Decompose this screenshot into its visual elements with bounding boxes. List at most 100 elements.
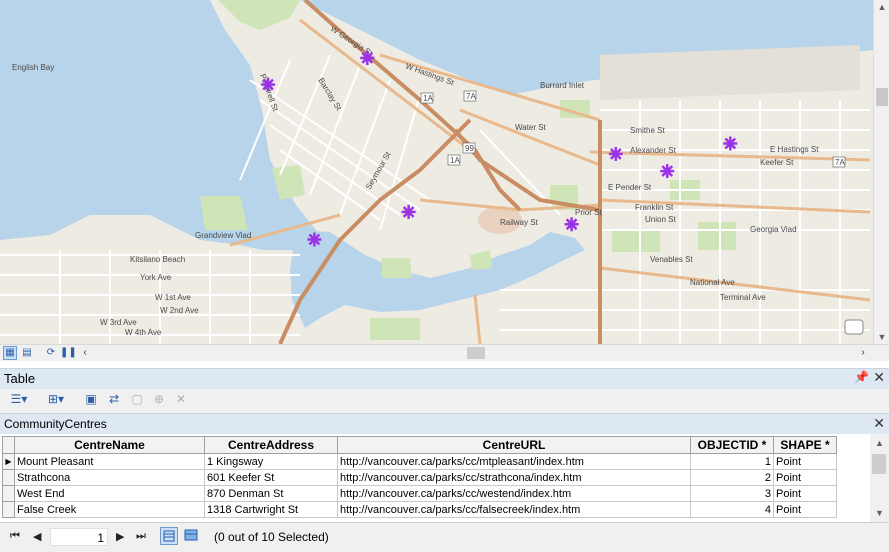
- table-row[interactable]: False Creek 1318 Cartwright St http://vanc…: [2, 501, 837, 518]
- cell-centrename[interactable]: Strathcona: [14, 469, 205, 486]
- next-record-button[interactable]: ▶: [116, 530, 124, 543]
- street-label: Alexander St: [630, 146, 677, 155]
- previous-record-button[interactable]: ◀: [33, 530, 41, 543]
- scroll-up-arrow[interactable]: ▲: [874, 2, 889, 12]
- cell-centrename[interactable]: False Creek: [14, 501, 205, 518]
- column-header-objectid[interactable]: OBJECTID *: [690, 436, 774, 454]
- table-panel-header: Table 📌 ✕: [0, 368, 889, 390]
- clear-selection-icon[interactable]: ▢: [128, 391, 146, 408]
- street-label: York Ave: [140, 273, 172, 282]
- column-header-shape[interactable]: SHAPE *: [773, 436, 837, 454]
- street-label: Franklin St: [635, 203, 674, 212]
- svg-text:7A: 7A: [466, 92, 476, 101]
- community-centre-marker-icon[interactable]: [360, 50, 375, 65]
- table-tab[interactable]: CommunityCentres ✕: [0, 413, 889, 434]
- cell-centreurl[interactable]: http://vancouver.ca/parks/cc/falsecreek/…: [337, 501, 691, 518]
- street-label: National Ave: [690, 278, 735, 287]
- table-options-icon[interactable]: ☰▾: [6, 391, 32, 408]
- delete-selected-icon[interactable]: ✕: [172, 391, 190, 408]
- select-by-attributes-icon[interactable]: ▣: [82, 391, 100, 408]
- scroll-thumb[interactable]: [872, 454, 886, 474]
- table-toolbar: ☰▾ ⊞▾ ▣ ⇄ ▢ ⊕ ✕: [0, 389, 889, 411]
- street-label: Keefer St: [760, 158, 794, 167]
- water-label-english-bay: English Bay: [12, 63, 54, 72]
- table-tab-title: CommunityCentres: [4, 417, 107, 431]
- community-centre-marker-icon[interactable]: [723, 136, 738, 151]
- community-centre-marker-icon[interactable]: [608, 146, 623, 161]
- community-centre-marker-icon[interactable]: [401, 204, 416, 219]
- street-label: Georgia Viad: [750, 225, 797, 234]
- cell-objectid[interactable]: 3: [690, 485, 774, 502]
- current-record-input[interactable]: 1: [50, 528, 108, 546]
- data-view-button[interactable]: ▤: [20, 346, 34, 360]
- scroll-left-arrow[interactable]: ‹: [78, 346, 92, 360]
- table-navigation-bar: ⏮ ◀ 1 ▶ ⏭ (0 out of 10 Selected): [0, 522, 889, 552]
- community-centre-marker-icon[interactable]: [307, 232, 322, 247]
- cell-centrename[interactable]: Mount Pleasant: [14, 453, 205, 470]
- scroll-right-arrow[interactable]: ›: [856, 346, 870, 360]
- cell-centreurl[interactable]: http://vancouver.ca/parks/cc/strathcona/…: [337, 469, 691, 486]
- scroll-down-arrow[interactable]: ▼: [870, 508, 889, 518]
- related-tables-icon[interactable]: ⊞▾: [42, 391, 70, 408]
- community-centre-marker-icon[interactable]: [660, 164, 675, 179]
- pin-icon[interactable]: 📌: [854, 370, 869, 384]
- map-bottom-bar: ▦ ▤ ⟳ ❚❚ ‹ ›: [0, 344, 889, 362]
- table-panel-title: Table: [4, 371, 36, 386]
- row-selector[interactable]: [2, 485, 15, 502]
- close-panel-button[interactable]: ✕: [873, 369, 885, 386]
- cell-objectid[interactable]: 2: [690, 469, 774, 486]
- table-row[interactable]: West End 870 Denman St http://vancouver.ca…: [2, 485, 837, 502]
- street-label: Union St: [645, 215, 676, 224]
- column-header-centrename[interactable]: CentreName: [14, 436, 205, 454]
- switch-selection-icon[interactable]: ⇄: [105, 391, 123, 408]
- cell-shape[interactable]: Point: [773, 485, 837, 502]
- zoom-to-selected-icon[interactable]: ⊕: [150, 391, 168, 408]
- table-row[interactable]: Strathcona 601 Keefer St http://vancouver.…: [2, 469, 837, 486]
- pause-icon[interactable]: ❚❚: [60, 346, 77, 360]
- street-label: E Pender St: [608, 183, 652, 192]
- row-selector[interactable]: ▶: [2, 453, 15, 470]
- layout-view-button[interactable]: ▦: [3, 346, 17, 360]
- cell-shape[interactable]: Point: [773, 501, 837, 518]
- svg-text:1A: 1A: [423, 94, 433, 103]
- cell-centreurl[interactable]: http://vancouver.ca/parks/cc/mtpleasant/…: [337, 453, 691, 470]
- attribute-table: CentreName CentreAddress CentreURL OBJEC…: [0, 434, 870, 522]
- map-vertical-scrollbar[interactable]: ▲ ▼: [873, 0, 889, 344]
- row-selector-header[interactable]: [2, 436, 15, 454]
- cell-objectid[interactable]: 1: [690, 453, 774, 470]
- scroll-up-arrow[interactable]: ▲: [870, 438, 889, 448]
- scroll-thumb[interactable]: [876, 88, 888, 106]
- last-record-button[interactable]: ⏭: [136, 530, 146, 543]
- svg-text:7A: 7A: [835, 158, 845, 167]
- show-selected-records-button[interactable]: [182, 527, 200, 545]
- cell-centreurl[interactable]: http://vancouver.ca/parks/cc/westend/ind…: [337, 485, 691, 502]
- selection-status: (0 out of 10 Selected): [214, 530, 329, 544]
- column-header-centreaddress[interactable]: CentreAddress: [204, 436, 338, 454]
- street-label: Water St: [515, 123, 547, 132]
- cell-centreaddress[interactable]: 1318 Cartwright St: [204, 501, 338, 518]
- cell-objectid[interactable]: 4: [690, 501, 774, 518]
- scroll-down-arrow[interactable]: ▼: [874, 332, 889, 342]
- community-centre-marker-icon[interactable]: [261, 77, 276, 92]
- svg-text:99: 99: [465, 144, 474, 153]
- row-selector[interactable]: [2, 501, 15, 518]
- table-row[interactable]: ▶ Mount Pleasant 1 Kingsway http://vancouve…: [2, 453, 837, 470]
- cell-shape[interactable]: Point: [773, 469, 837, 486]
- close-tab-button[interactable]: ✕: [873, 415, 885, 432]
- first-record-button[interactable]: ⏮: [10, 530, 20, 543]
- column-header-centreurl[interactable]: CentreURL: [337, 436, 691, 454]
- cell-centreaddress[interactable]: 870 Denman St: [204, 485, 338, 502]
- panel-gap: [0, 361, 889, 368]
- refresh-icon[interactable]: ⟳: [44, 346, 58, 360]
- horizontal-scroll-thumb[interactable]: [467, 347, 485, 359]
- table-vertical-scrollbar[interactable]: ▲ ▼: [870, 434, 889, 522]
- row-selector[interactable]: [2, 469, 15, 486]
- cell-shape[interactable]: Point: [773, 453, 837, 470]
- map-view[interactable]: English Bay Burrard Inlet W Georgia St W…: [0, 0, 873, 344]
- show-all-records-button[interactable]: [160, 527, 178, 545]
- map-tips-icon: [844, 319, 864, 335]
- cell-centreaddress[interactable]: 1 Kingsway: [204, 453, 338, 470]
- community-centre-marker-icon[interactable]: [564, 217, 579, 232]
- cell-centrename[interactable]: West End: [14, 485, 205, 502]
- cell-centreaddress[interactable]: 601 Keefer St: [204, 469, 338, 486]
